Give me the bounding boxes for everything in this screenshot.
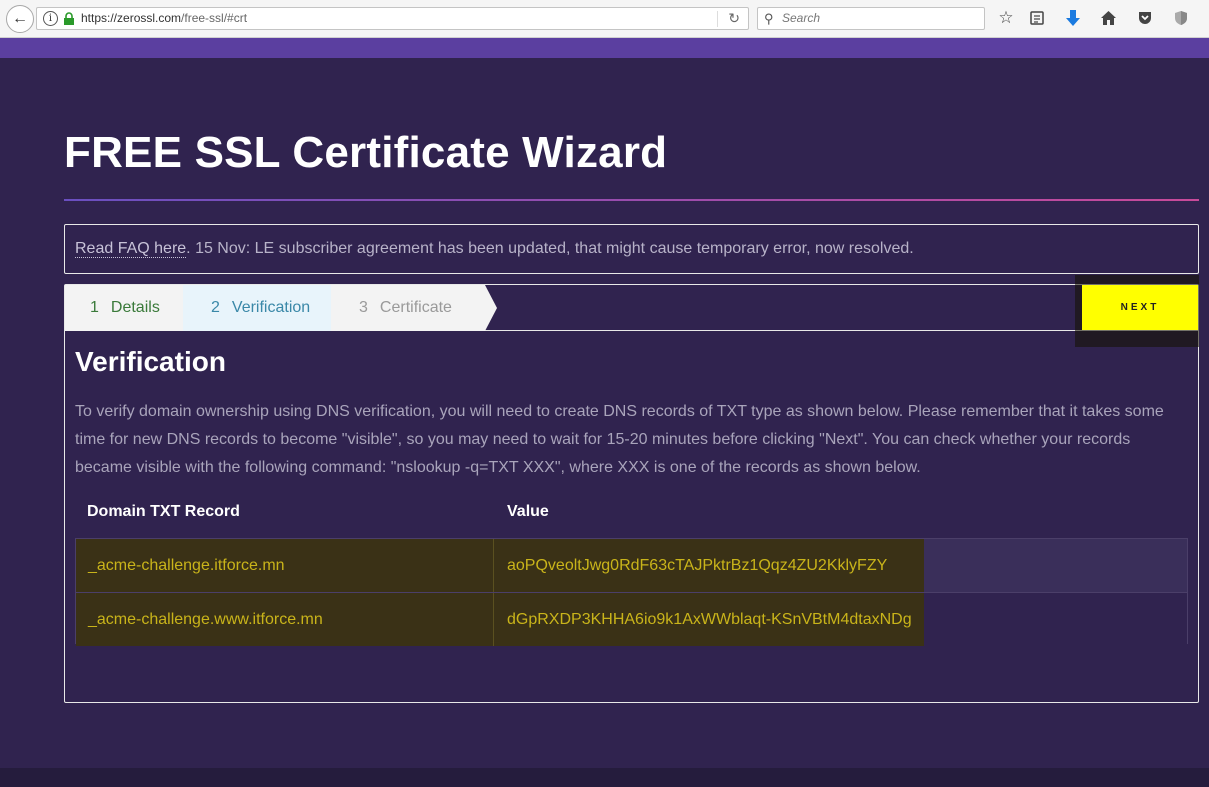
step-number: 1 [90,299,99,316]
home-icon[interactable] [1098,8,1118,28]
step-label: Certificate [379,299,452,316]
notice-text: . 15 Nov: LE subscriber agreement has be… [186,240,914,257]
value-cell[interactable]: dGpRXDP3KHHA6io9k1AxWWblaqt-KSnVBtM4dtax… [494,593,924,646]
url-path: /free-ssl/#crt [181,11,248,25]
column-header-value: Value [507,503,549,520]
verification-description: To verify domain ownership using DNS ver… [75,403,1164,476]
next-button[interactable]: NEXT [1082,285,1198,330]
browser-toolbar: ← i https://zerossl.com/free-ssl/#crt ↻ … [0,0,1209,38]
step-number: 2 [211,299,220,316]
table-row: _acme-challenge.itforce.mn aoPQveoltJwg0… [76,539,1187,592]
reading-list-icon[interactable] [1027,8,1047,28]
step-verification[interactable]: 2 Verification [183,285,331,331]
pocket-icon[interactable] [1135,8,1155,28]
url-text: https://zerossl.com/free-ssl/#crt [81,11,247,25]
lock-icon [64,12,74,25]
search-icon: ⚲ [764,11,774,26]
domain-cell[interactable]: _acme-challenge.www.itforce.mn [76,593,494,646]
table-row: _acme-challenge.www.itforce.mn dGpRXDP3K… [76,592,1187,646]
domain-cell[interactable]: _acme-challenge.itforce.mn [76,539,494,592]
reload-icon[interactable]: ↻ [728,10,740,27]
bookmark-star-icon[interactable]: ☆ [996,8,1016,28]
txt-records-table: _acme-challenge.itforce.mn aoPQveoltJwg0… [75,538,1188,646]
notice-box: Read FAQ here. 15 Nov: LE subscriber agr… [64,224,1199,274]
info-icon[interactable]: i [43,11,58,26]
address-bar[interactable]: i https://zerossl.com/free-ssl/#crt ↻ [36,7,749,30]
url-host: https://zerossl.com [81,11,182,25]
search-box[interactable]: ⚲ [757,7,985,30]
step-label: Verification [231,299,311,316]
column-header-domain: Domain TXT Record [87,503,240,520]
faq-link[interactable]: Read FAQ here [75,240,187,258]
wizard-steps: 1 Details 2 Verification 3 Certificate [65,285,1198,331]
step-details[interactable]: 1 Details [65,285,183,331]
url-divider [717,11,718,27]
back-arrow-icon[interactable]: ← [6,5,34,33]
value-cell[interactable]: aoPQveoltJwg0RdF63cTAJPktrBz1Qqz4ZU2Kkly… [494,539,924,592]
download-arrow-icon[interactable] [1063,8,1083,28]
step-number: 3 [359,299,368,316]
step-label: Details [110,299,160,316]
step-end-arrow [485,285,497,331]
step-certificate[interactable]: 3 Certificate [331,285,485,331]
page-title: FREE SSL Certificate Wizard [64,128,668,177]
search-input[interactable] [782,11,977,25]
title-divider [64,199,1199,201]
shield-icon[interactable] [1171,8,1191,28]
section-title: Verification [75,346,226,377]
site-header-strip [0,38,1209,58]
footer-strip [0,768,1209,787]
